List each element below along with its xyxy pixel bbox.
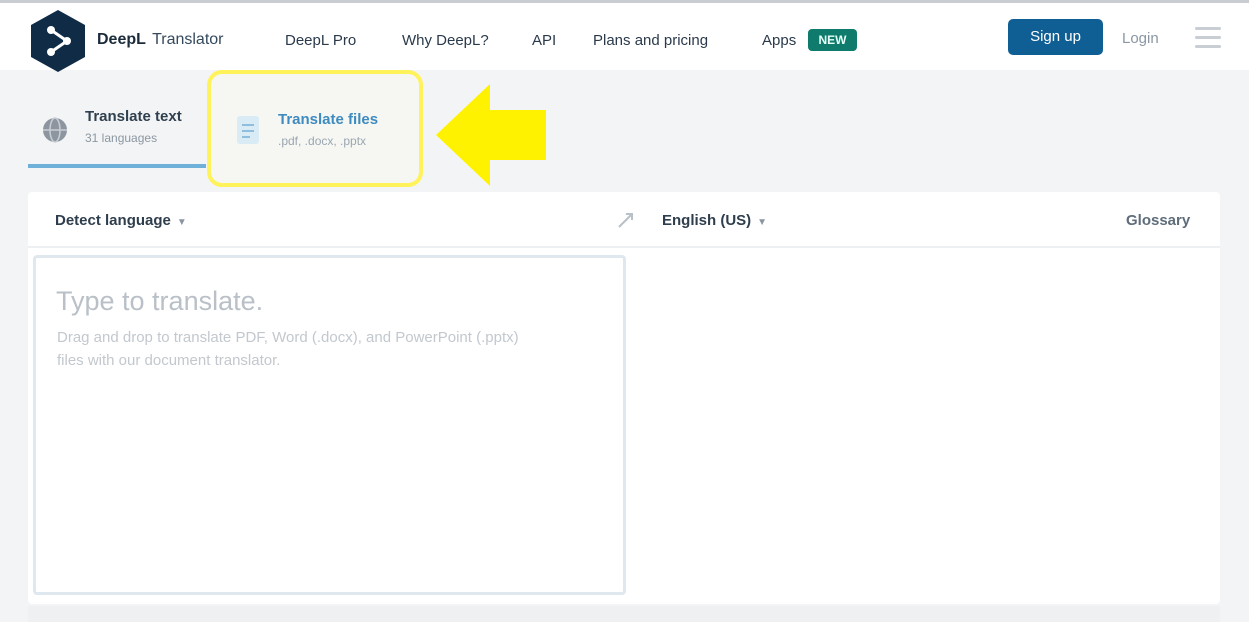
signup-button[interactable]: Sign up [1008,19,1103,55]
nav-why-deepl[interactable]: Why DeepL? [402,32,489,49]
globe-icon [43,117,67,143]
tab-files-title: Translate files [278,111,379,128]
top-navigation: DeepL Translator DeepL Pro Why DeepL? AP… [0,3,1249,72]
source-text-area[interactable]: Type to translate. Drag and drop to tran… [33,255,626,595]
nav-deepl-pro[interactable]: DeepL Pro [285,32,356,49]
glossary-button[interactable]: Glossary [1126,212,1190,229]
new-badge: NEW [808,29,857,51]
swap-icon[interactable] [614,208,638,232]
panel-bottom-edge [28,606,1220,622]
brand-name[interactable]: DeepL Translator [97,31,224,49]
target-language-label: English (US) [662,212,752,229]
source-language-label: Detect language [55,212,171,229]
nav-plans-pricing[interactable]: Plans and pricing [593,32,708,49]
tab-text-subtitle: 31 languages [85,131,158,145]
tab-text-title: Translate text [85,108,182,125]
deepl-logo-icon[interactable] [27,8,89,74]
chevron-down-icon: ▼ [757,217,768,228]
source-language-select[interactable]: Detect language ▼ [55,212,187,229]
tab-translate-files[interactable]: Translate files .pdf, .docx, .pptx [207,70,423,187]
arrow-pointer-icon [436,84,546,186]
menu-icon[interactable] [1195,27,1221,51]
chevron-down-icon: ▼ [176,217,187,228]
target-language-select[interactable]: English (US) ▼ [662,212,767,229]
tab-translate-text[interactable]: Translate text 31 languages [28,100,206,168]
translator-panel: Detect language ▼ English (US) ▼ Glossary … [28,192,1220,604]
tab-files-subtitle: .pdf, .docx, .pptx [278,134,367,148]
language-bar: Detect language ▼ English (US) ▼ Glossary [28,192,1220,248]
brand-logo-text: DeepL [97,31,146,48]
document-icon [237,116,259,144]
drag-drop-hint: Drag and drop to translate PDF, Word (.d… [57,329,519,369]
nav-apps[interactable]: Apps [762,32,796,49]
target-text-area[interactable] [634,250,1220,600]
nav-api[interactable]: API [532,32,556,49]
brand-subtitle: Translator [152,31,224,48]
source-placeholder[interactable]: Type to translate. [56,286,263,317]
login-link[interactable]: Login [1122,30,1159,47]
